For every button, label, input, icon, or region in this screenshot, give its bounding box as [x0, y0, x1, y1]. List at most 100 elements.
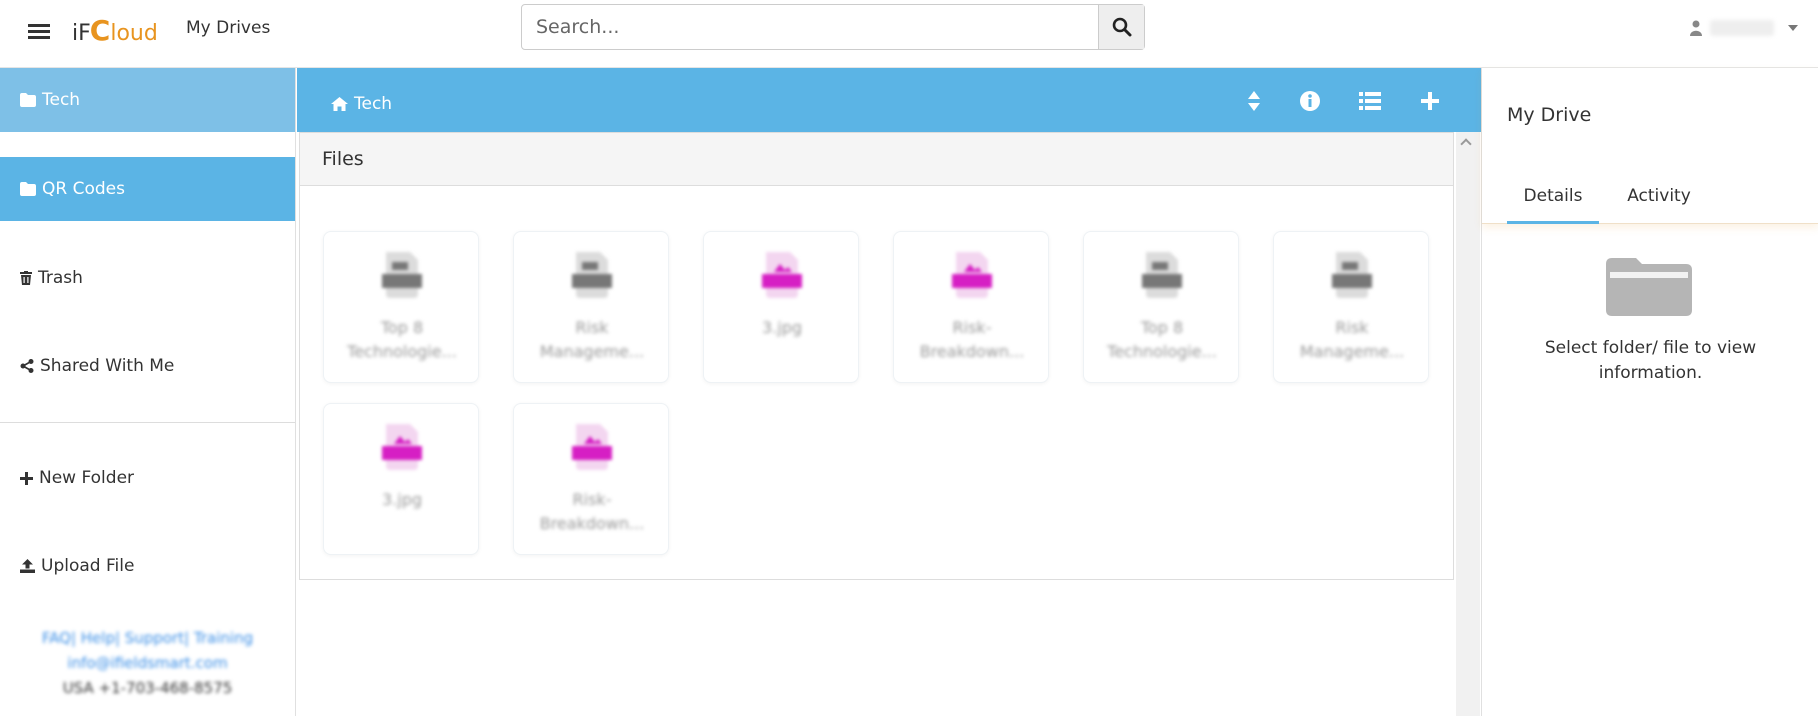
sidebar-item-qr-codes[interactable]: QR Codes [0, 157, 295, 221]
file-card[interactable]: Risk- Breakdown... [513, 403, 669, 555]
sidebar-item-label: New Folder [39, 468, 135, 488]
file-name-line1: Risk [1335, 318, 1369, 337]
page-title[interactable]: My Drives [186, 18, 270, 38]
file-card[interactable]: 3.jpg [703, 231, 859, 383]
file-name-line2: Breakdown... [919, 342, 1025, 361]
file-name-line1: Risk [575, 318, 609, 337]
tab-activity[interactable]: Activity [1618, 186, 1700, 224]
details-panel-header: My Drive Details Activity [1482, 68, 1818, 224]
file-card[interactable]: 3.jpg [323, 403, 479, 555]
sidebar-item-label: Shared With Me [40, 356, 175, 376]
folder-icon [20, 182, 36, 196]
file-name-line1: 3.jpg [761, 318, 803, 337]
list-icon [1359, 92, 1381, 110]
share-icon [20, 359, 34, 373]
search-input[interactable] [522, 5, 1098, 49]
sidebar-item-label: QR Codes [42, 179, 125, 199]
add-button[interactable] [1417, 88, 1443, 114]
breadcrumb-label: Tech [354, 94, 393, 114]
empty-folder-icon [1606, 258, 1692, 316]
file-name: Risk Manageme... [1282, 316, 1422, 364]
sidebar-divider [0, 422, 295, 423]
plus-icon [1421, 92, 1439, 110]
user-menu[interactable] [1690, 20, 1798, 36]
info-button[interactable] [1297, 88, 1323, 114]
upload-icon [20, 559, 35, 573]
app-logo[interactable]: iFCloud [72, 14, 158, 48]
search-button[interactable] [1098, 5, 1144, 49]
file-name-line2: Technologie... [1107, 342, 1217, 361]
plus-icon [20, 471, 33, 485]
sidebar-item-label: Trash [38, 268, 83, 288]
search-box [521, 4, 1145, 50]
upload-file-button[interactable]: Upload File [0, 534, 295, 598]
chevron-down-icon [1788, 25, 1798, 31]
scroll-up-icon[interactable] [1460, 138, 1472, 150]
sort-button[interactable] [1241, 88, 1267, 114]
folder-header: Tech [297, 68, 1481, 132]
info-icon [1300, 91, 1320, 111]
main-empty-area [297, 580, 1456, 716]
email-link[interactable]: info@ifieldsmart.com [0, 651, 295, 676]
top-bar: iFCloud My Drives [0, 0, 1818, 68]
sidebar-item-tech[interactable]: Tech [0, 68, 295, 132]
trash-icon [20, 271, 32, 285]
file-card[interactable]: Top 8 Technologie... [1083, 231, 1239, 383]
file-card[interactable]: Risk Manageme... [1273, 231, 1429, 383]
details-panel-title: My Drive [1507, 104, 1592, 126]
image-file-icon [762, 252, 802, 298]
files-panel: Files Top 8 Technologie... Risk Manageme...… [299, 132, 1454, 580]
sidebar-item-label: Upload File [41, 556, 135, 576]
document-file-icon [382, 252, 422, 298]
user-icon [1690, 20, 1702, 36]
phone-number: USA +1-703-468-8575 [62, 679, 233, 697]
file-name-line1: 3.jpg [381, 490, 423, 509]
image-file-icon [382, 424, 422, 470]
files-title: Files [300, 133, 1453, 186]
scrollbar[interactable] [1456, 132, 1480, 716]
logo-prefix: iF [72, 21, 91, 46]
help-links[interactable]: FAQ| Help| Support| Training [0, 626, 295, 651]
new-folder-button[interactable]: New Folder [0, 446, 295, 510]
file-name-line2: Manageme... [539, 342, 645, 361]
breadcrumb[interactable]: Tech [331, 94, 392, 114]
home-icon [331, 97, 348, 111]
sidebar: Tech QR Codes Trash Shared With Me New F… [0, 68, 296, 716]
search-icon [1112, 17, 1131, 37]
user-name [1710, 20, 1774, 36]
folder-icon [20, 93, 36, 107]
tab-details[interactable]: Details [1507, 186, 1599, 224]
image-file-icon [572, 424, 612, 470]
file-name: Risk Manageme... [522, 316, 662, 364]
image-file-icon [952, 252, 992, 298]
empty-state-message: Select folder/ file to view information. [1544, 338, 1757, 383]
sidebar-item-trash[interactable]: Trash [0, 246, 295, 310]
file-name: 3.jpg [332, 488, 472, 512]
list-view-button[interactable] [1357, 88, 1383, 114]
file-name-line2: Breakdown... [539, 514, 645, 533]
logo-c: C [89, 14, 111, 47]
document-file-icon [1142, 252, 1182, 298]
file-card[interactable]: Risk- Breakdown... [893, 231, 1049, 383]
sidebar-item-label: Tech [42, 90, 81, 110]
file-name: Top 8 Technologie... [1092, 316, 1232, 364]
file-name-line1: Risk- [952, 318, 992, 337]
file-name-line2: Technologie... [347, 342, 457, 361]
hamburger-menu-icon[interactable] [28, 24, 50, 40]
sort-icon [1248, 91, 1260, 111]
file-name-line1: Top 8 [380, 318, 424, 337]
sidebar-footer: FAQ| Help| Support| Training info@ifield… [0, 626, 295, 701]
file-name: Risk- Breakdown... [902, 316, 1042, 364]
document-file-icon [572, 252, 612, 298]
file-card[interactable]: Risk Manageme... [513, 231, 669, 383]
details-panel: My Drive Details Activity Select folder/… [1481, 68, 1818, 716]
file-name: 3.jpg [712, 316, 852, 340]
file-name-line1: Top 8 [1140, 318, 1184, 337]
document-file-icon [1332, 252, 1372, 298]
file-card[interactable]: Top 8 Technologie... [323, 231, 479, 383]
file-name: Top 8 Technologie... [332, 316, 472, 364]
file-name: Risk- Breakdown... [522, 488, 662, 536]
logo-suffix: loud [110, 21, 158, 46]
sidebar-item-shared-with-me[interactable]: Shared With Me [0, 334, 295, 398]
file-name-line1: Risk- [572, 490, 612, 509]
